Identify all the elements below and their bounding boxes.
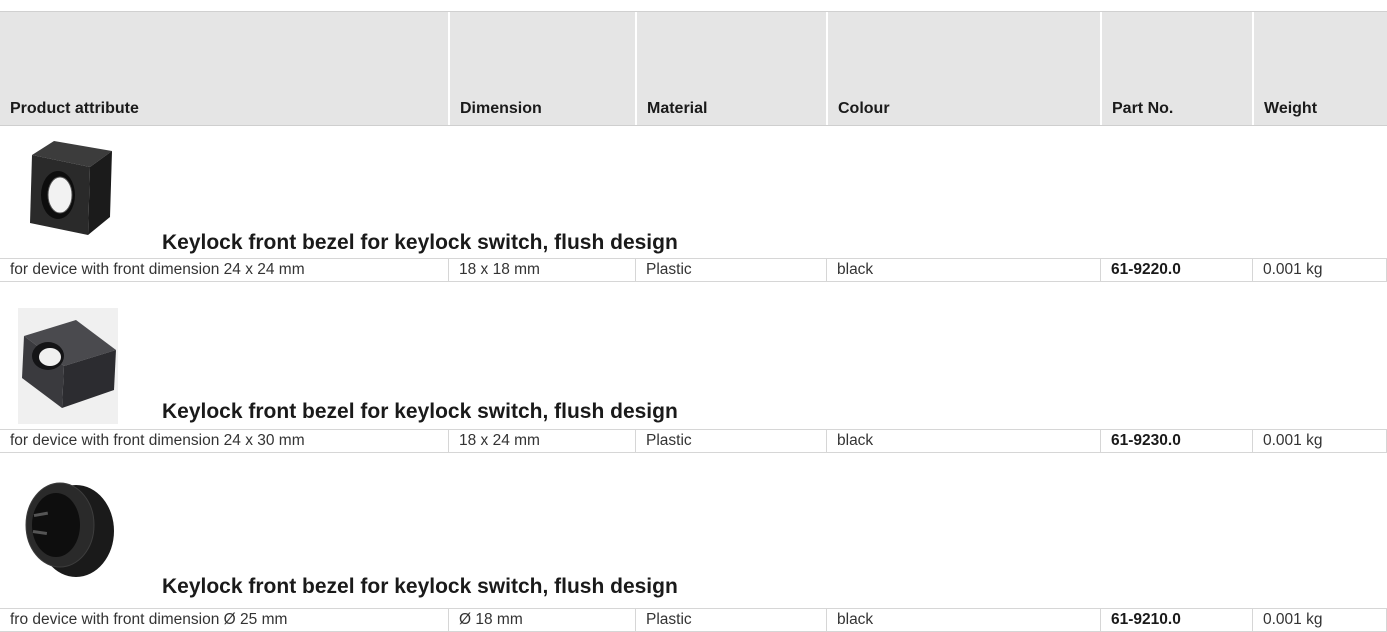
cell-attribute: fro device with front dimension Ø 25 mm — [10, 611, 288, 628]
cell-weight: 0.001 kg — [1252, 430, 1386, 452]
cell-material: Plastic — [635, 609, 826, 631]
header-label: Dimension — [460, 100, 542, 117]
cell-dimension: Ø 18 mm — [448, 609, 635, 631]
header-weight: Weight — [1252, 12, 1387, 125]
cell-dimension: 18 x 18 mm — [448, 259, 635, 281]
cell-colour: black — [826, 609, 1100, 631]
cell-attribute: for device with front dimension 24 x 24 … — [10, 261, 305, 278]
table-row: for device with front dimension 24 x 30 … — [0, 429, 1387, 453]
header-label: Product attribute — [10, 100, 139, 117]
cell-colour: black — [826, 430, 1100, 452]
cell-part-no: 61-9210.0 — [1100, 609, 1252, 631]
header-label: Part No. — [1112, 100, 1174, 117]
product-group: Keylock front bezel for keylock switch, … — [0, 282, 1387, 430]
header-dimension: Dimension — [448, 12, 635, 125]
group-title: Keylock front bezel for keylock switch, … — [162, 400, 678, 423]
cell-attribute: for device with front dimension 24 x 30 … — [10, 432, 305, 449]
cell-weight: 0.001 kg — [1252, 259, 1386, 281]
cell-part-no: 61-9220.0 — [1100, 259, 1252, 281]
table-row: fro device with front dimension Ø 25 mm … — [0, 608, 1387, 632]
header-label: Weight — [1264, 100, 1318, 117]
cell-material: Plastic — [635, 259, 826, 281]
cell-part-no: 61-9230.0 — [1100, 430, 1252, 452]
table-row: for device with front dimension 24 x 24 … — [0, 258, 1387, 282]
header-product-attribute: Product attribute — [0, 12, 448, 125]
cell-weight: 0.001 kg — [1252, 609, 1386, 631]
cell-dimension: 18 x 24 mm — [448, 430, 635, 452]
table-header: Product attribute Dimension Material Col… — [0, 11, 1387, 126]
group-title: Keylock front bezel for keylock switch, … — [162, 231, 678, 254]
group-title: Keylock front bezel for keylock switch, … — [162, 575, 678, 598]
header-material: Material — [635, 12, 826, 125]
header-colour: Colour — [826, 12, 1100, 125]
round-bezel-icon — [25, 482, 114, 577]
square-bezel-icon — [30, 141, 112, 235]
header-label: Colour — [838, 100, 890, 117]
header-part-no: Part No. — [1100, 12, 1252, 125]
product-table: Product attribute Dimension Material Col… — [0, 0, 1387, 632]
cell-colour: black — [826, 259, 1100, 281]
product-group: Keylock front bezel for keylock switch, … — [0, 127, 1387, 259]
cell-material: Plastic — [635, 430, 826, 452]
product-group: Keylock front bezel for keylock switch, … — [0, 453, 1387, 609]
header-label: Material — [647, 100, 708, 117]
rectangular-bezel-icon — [22, 320, 116, 408]
